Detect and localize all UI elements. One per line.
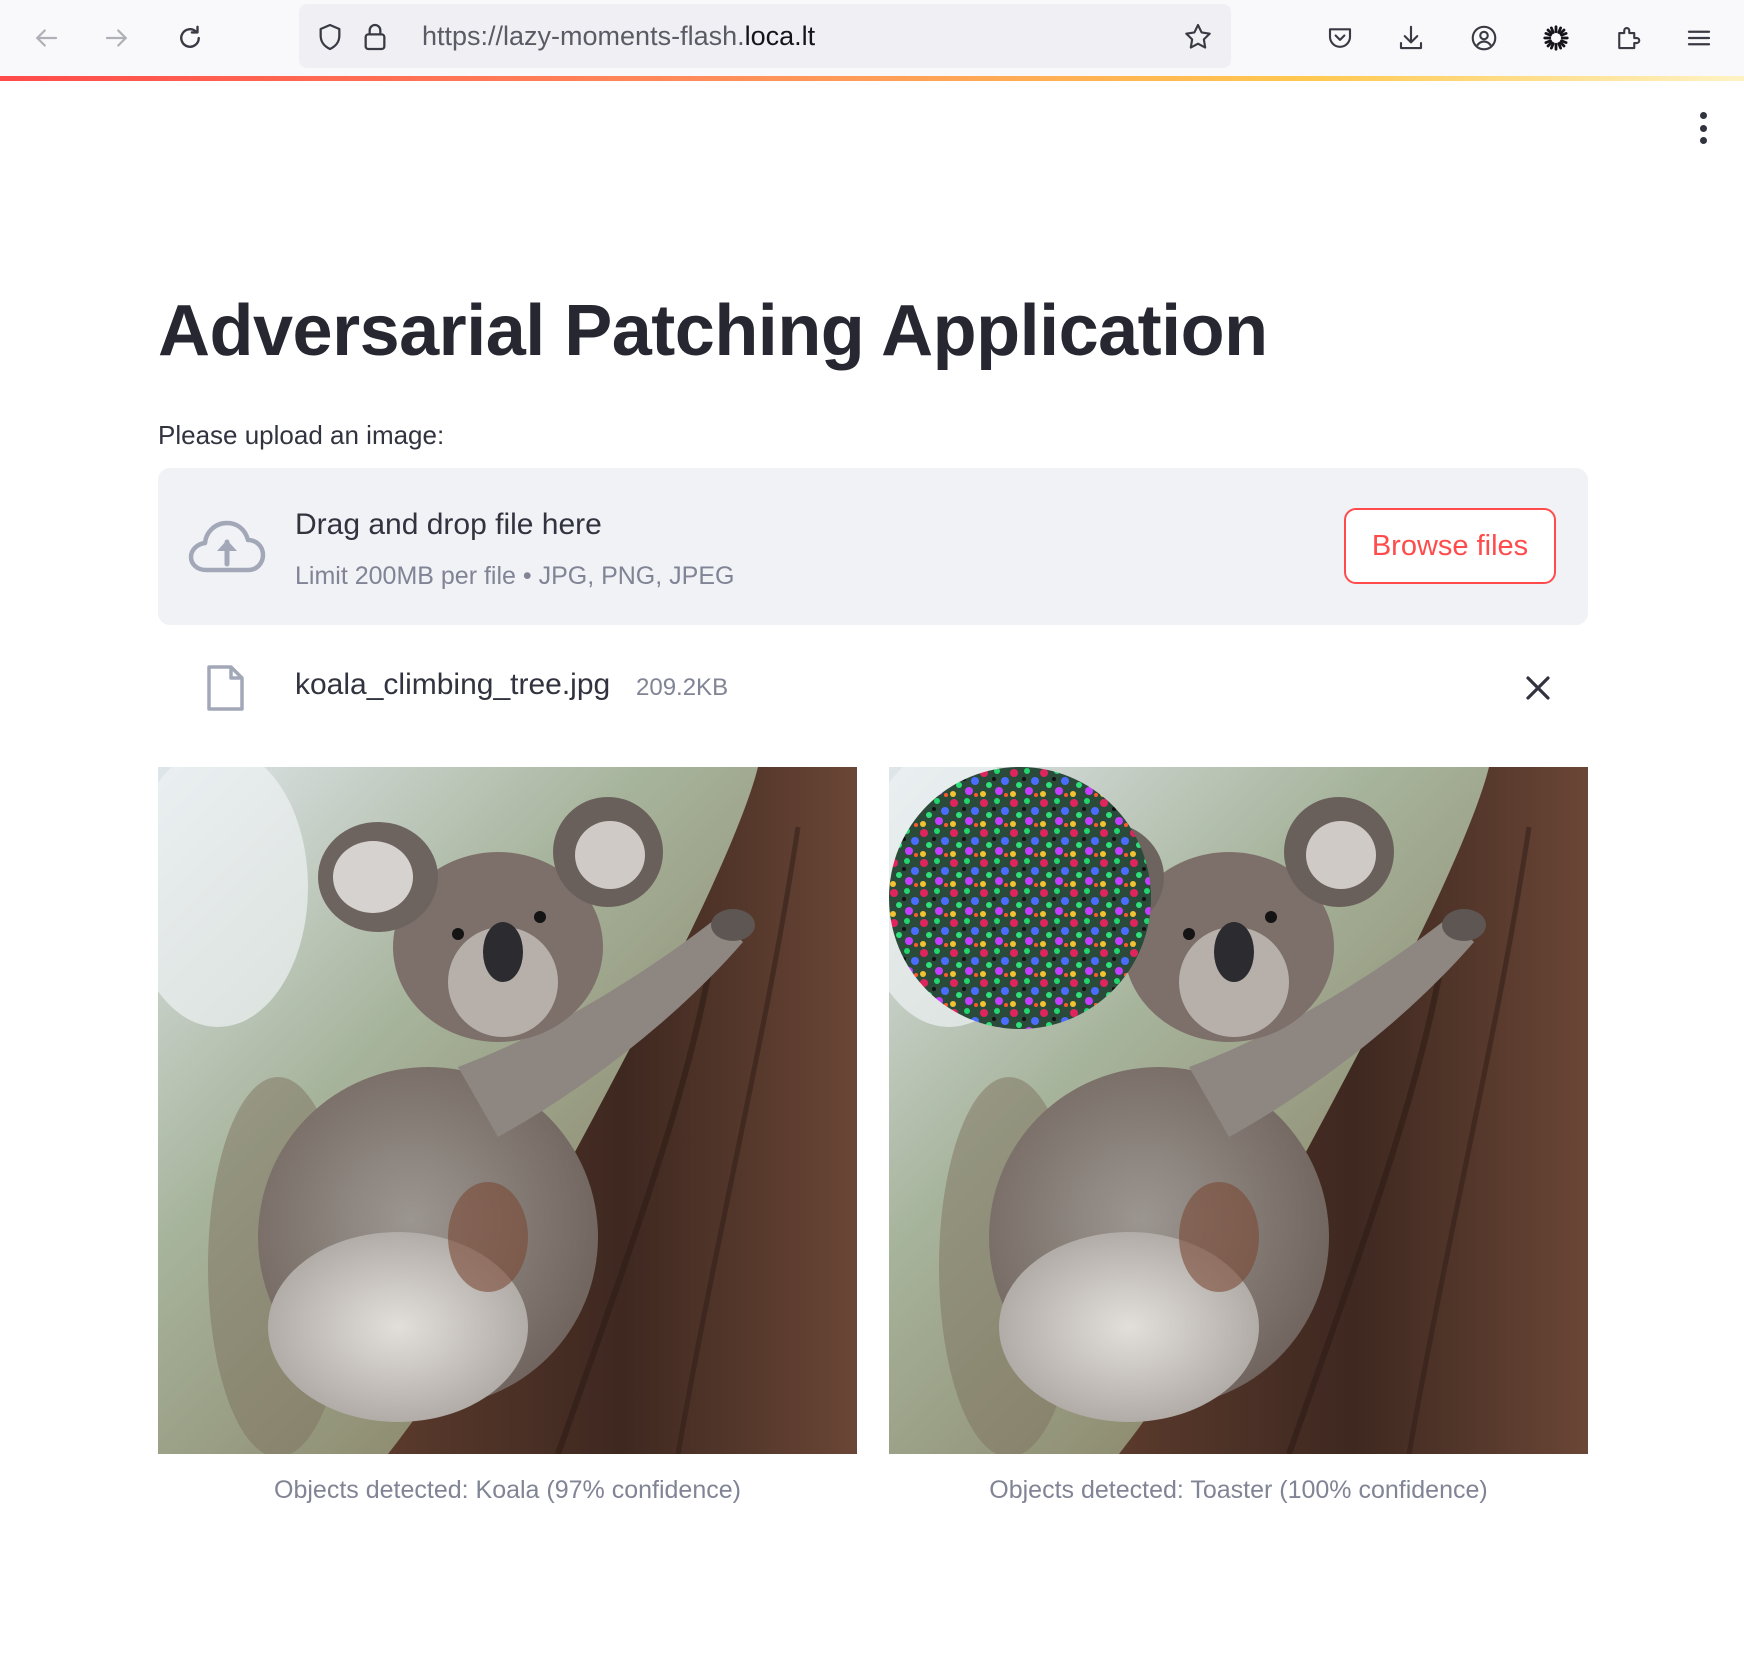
- cloud-upload-icon: [188, 520, 266, 573]
- remove-file-close-icon[interactable]: [1520, 670, 1556, 706]
- page-title: Adversarial Patching Application: [158, 291, 1268, 371]
- dropzone-title: Drag and drop file here: [295, 508, 602, 541]
- url-bar[interactable]: https://lazy-moments-flash.loca.lt: [299, 4, 1231, 68]
- browser-toolbar: https://lazy-moments-flash.loca.lt: [0, 0, 1744, 76]
- lock-icon[interactable]: [359, 21, 391, 53]
- reload-icon[interactable]: [168, 16, 212, 60]
- url-text[interactable]: https://lazy-moments-flash.loca.lt: [422, 21, 815, 52]
- download-icon[interactable]: [1389, 16, 1433, 60]
- original-image: [158, 767, 857, 1454]
- url-host: loca.lt: [744, 21, 816, 51]
- koala-photo-original: [158, 767, 857, 1454]
- main-menu-kebab-icon[interactable]: [1688, 108, 1718, 148]
- file-icon: [207, 665, 244, 711]
- menu-icon[interactable]: [1677, 16, 1721, 60]
- page-accent-bar: [0, 76, 1744, 81]
- forward-icon[interactable]: [95, 16, 139, 60]
- account-icon[interactable]: [1462, 16, 1506, 60]
- patched-image: [889, 767, 1588, 1454]
- uploaded-file-row: koala_climbing_tree.jpg 209.2KB: [158, 658, 1588, 718]
- kebab-dot: [1699, 112, 1707, 119]
- file-name: koala_climbing_tree.jpg: [295, 668, 611, 701]
- kebab-dot: [1699, 124, 1707, 132]
- patched-caption: Objects detected: Toaster (100% confiden…: [989, 1476, 1488, 1504]
- extensions-icon[interactable]: [1606, 16, 1650, 60]
- back-icon[interactable]: [24, 16, 68, 60]
- bookmark-star-icon[interactable]: [1182, 21, 1214, 53]
- koala-photo-patched: [889, 767, 1588, 1454]
- extension-spinner-icon[interactable]: [1534, 16, 1578, 60]
- url-prefix: https://lazy-moments-flash.: [422, 21, 745, 51]
- pocket-icon[interactable]: [1318, 16, 1362, 60]
- browse-files-button[interactable]: Browse files: [1344, 508, 1556, 584]
- adversarial-patch: [889, 767, 1151, 1029]
- dropzone-subtitle: Limit 200MB per file • JPG, PNG, JPEG: [295, 562, 735, 590]
- file-size: 209.2KB: [636, 674, 729, 701]
- original-caption: Objects detected: Koala (97% confidence): [274, 1476, 741, 1504]
- shield-icon[interactable]: [314, 21, 346, 53]
- file-dropzone[interactable]: Drag and drop file here Limit 200MB per …: [158, 468, 1588, 625]
- upload-label: Please upload an image:: [158, 420, 445, 450]
- kebab-dot: [1699, 137, 1707, 144]
